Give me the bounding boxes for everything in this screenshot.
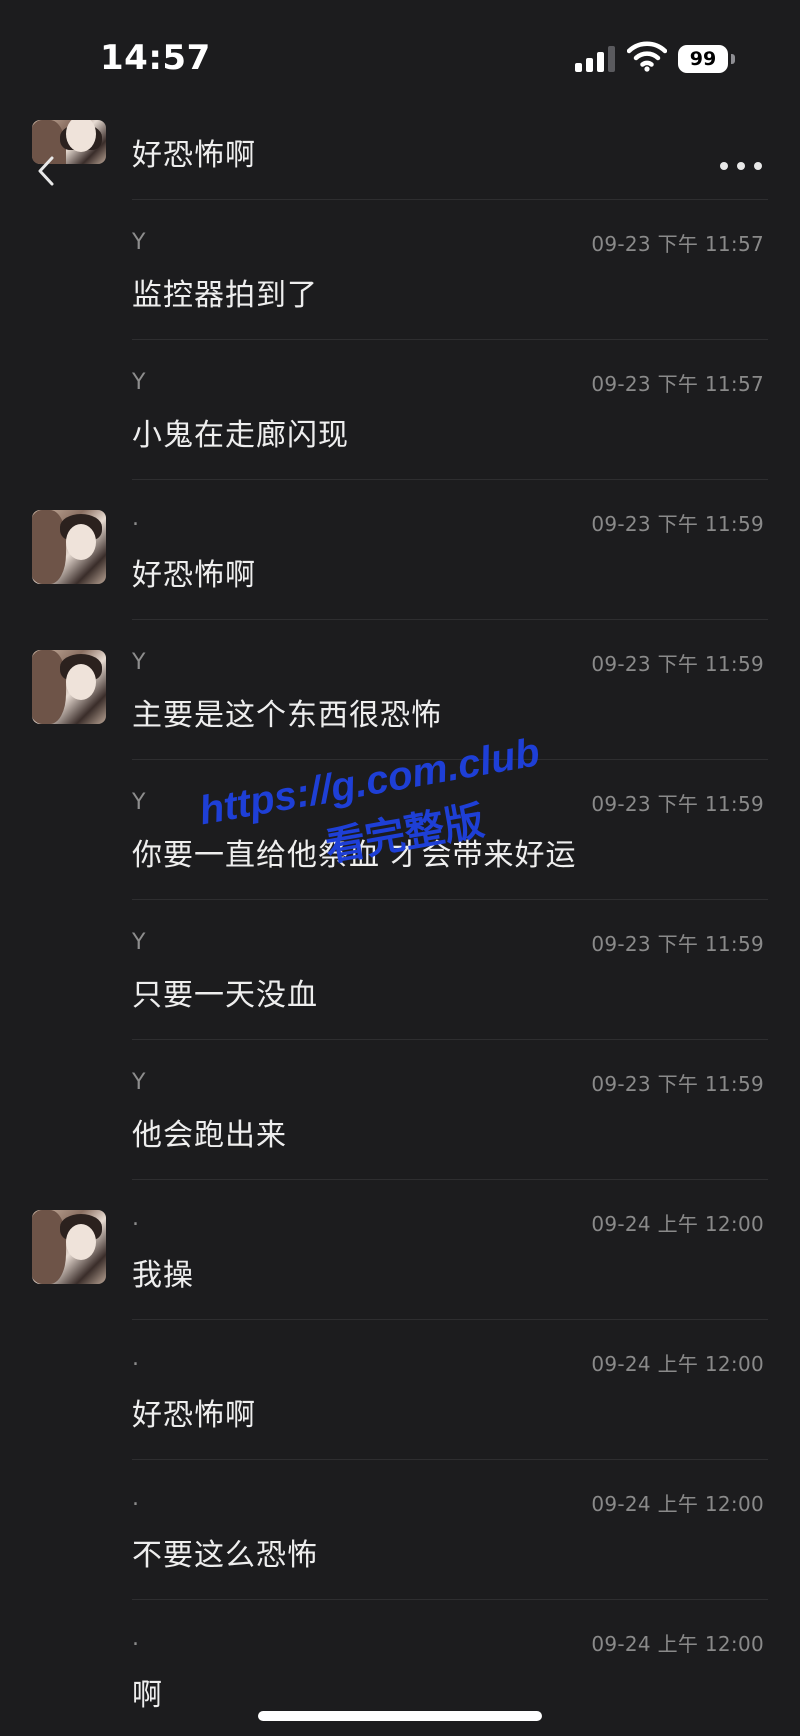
message-timestamp: 09-23 下午 11:59 <box>591 792 764 816</box>
message-text: 你要一直给他祭血 才会带来好运 <box>132 838 577 873</box>
message-timestamp: 09-23 下午 11:57 <box>591 232 764 256</box>
message-text: 啊 <box>132 1678 163 1713</box>
sender-name: . <box>132 506 139 531</box>
avatar[interactable] <box>32 650 106 724</box>
message-timestamp: 09-24 上午 12:00 <box>591 1352 764 1376</box>
more-horizontal-icon[interactable] <box>720 158 764 174</box>
message-timestamp: 09-23 下午 11:57 <box>591 372 764 396</box>
message-text: 主要是这个东西很恐怖 <box>132 698 442 733</box>
message-text: 他会跑出来 <box>132 1118 287 1153</box>
message-text: 监控器拍到了 <box>132 278 318 313</box>
message-timestamp: 09-23 下午 11:59 <box>591 932 764 956</box>
sender-name: . <box>132 1206 139 1231</box>
message-text: 只要一天没血 <box>132 978 318 1013</box>
sender-name: Y <box>132 650 146 675</box>
sender-name: . <box>132 1626 139 1651</box>
divider <box>132 759 768 760</box>
message-timestamp: 09-24 上午 12:00 <box>591 1212 764 1236</box>
message-text: 我操 <box>132 1258 194 1293</box>
divider <box>132 1179 768 1180</box>
divider <box>132 339 768 340</box>
avatar[interactable] <box>32 510 106 584</box>
message-text: 不要这么恐怖 <box>132 1538 318 1573</box>
message-list: 好恐怖啊 Y 09-23 下午 11:57 监控器拍到了 Y 09-23 下午 … <box>0 0 800 1736</box>
sender-name: . <box>132 1346 139 1371</box>
chevron-left-icon[interactable] <box>32 152 62 190</box>
sender-name: Y <box>132 1070 146 1095</box>
avatar[interactable] <box>32 1210 106 1284</box>
divider <box>132 1039 768 1040</box>
message-timestamp: 09-23 下午 11:59 <box>591 652 764 676</box>
divider <box>132 199 768 200</box>
sender-name: Y <box>132 370 146 395</box>
divider <box>132 619 768 620</box>
sender-name: Y <box>132 930 146 955</box>
message-text: 好恐怖啊 <box>132 138 256 173</box>
message-text: 好恐怖啊 <box>132 1398 256 1433</box>
message-text: 小鬼在走廊闪现 <box>132 418 349 453</box>
message-timestamp: 09-23 下午 11:59 <box>591 1072 764 1096</box>
message-text: 好恐怖啊 <box>132 558 256 593</box>
message-timestamp: 09-23 下午 11:59 <box>591 512 764 536</box>
sender-name: . <box>132 1486 139 1511</box>
divider <box>132 899 768 900</box>
divider <box>132 1459 768 1460</box>
message-timestamp: 09-24 上午 12:00 <box>591 1492 764 1516</box>
divider <box>132 1319 768 1320</box>
home-indicator[interactable] <box>258 1711 542 1721</box>
sender-name: Y <box>132 790 146 815</box>
divider <box>132 1599 768 1600</box>
sender-name: Y <box>132 230 146 255</box>
message-timestamp: 09-24 上午 12:00 <box>591 1632 764 1656</box>
divider <box>132 479 768 480</box>
